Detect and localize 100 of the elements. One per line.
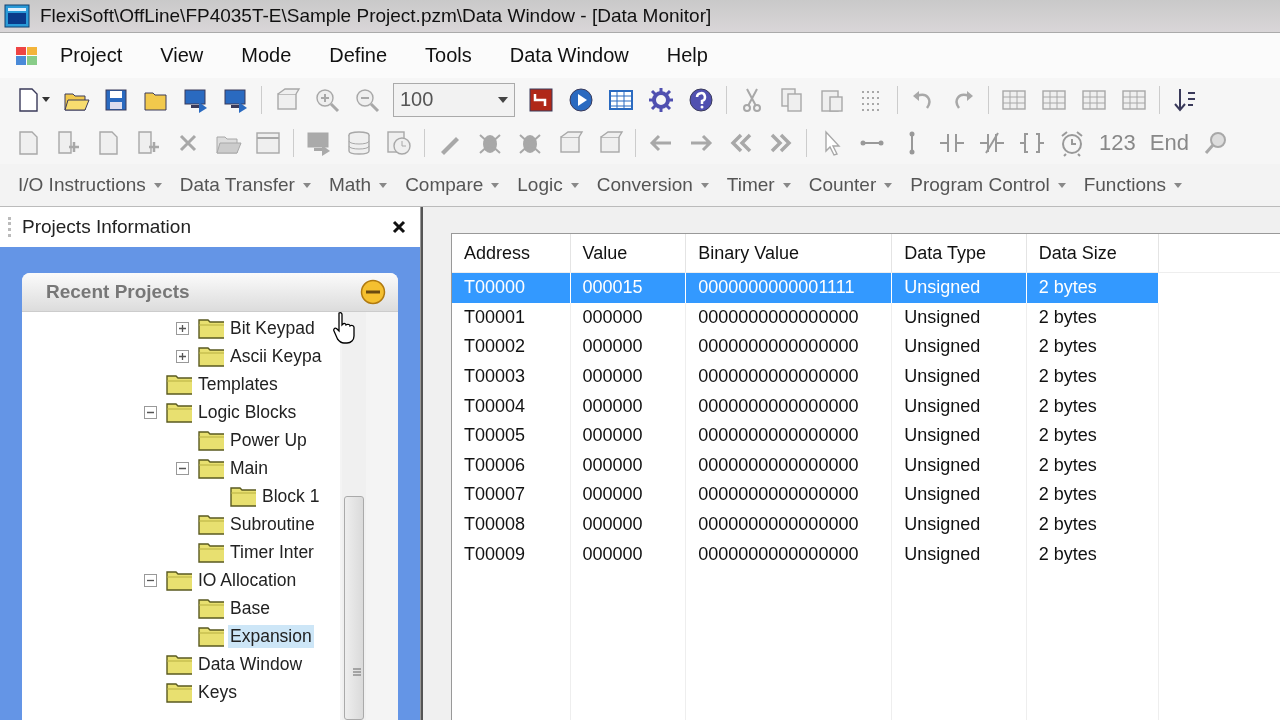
table-cell[interactable]: Unsigned bbox=[891, 391, 1027, 421]
instruction-menu[interactable]: Data Transfer bbox=[171, 174, 321, 196]
table-cell[interactable]: 2 bytes bbox=[1026, 302, 1159, 333]
menu-item[interactable]: Project bbox=[40, 44, 141, 67]
table-cell[interactable]: 2 bytes bbox=[1026, 332, 1159, 362]
table-cell[interactable]: 000000 bbox=[570, 302, 686, 333]
folder-icon bbox=[166, 373, 192, 395]
table-cell[interactable]: T00008 bbox=[452, 509, 570, 540]
menu-item[interactable]: View bbox=[140, 44, 222, 67]
help-icon[interactable] bbox=[687, 85, 715, 114]
tree-item[interactable]: Keys bbox=[196, 680, 239, 704]
column-header[interactable]: Data Size bbox=[1026, 234, 1159, 273]
table-cell[interactable]: 0000000000000000 bbox=[685, 480, 892, 510]
table-cell[interactable]: Unsigned bbox=[891, 420, 1027, 451]
table-cell[interactable]: 0000000000000000 bbox=[685, 509, 892, 540]
table-cell[interactable]: T00009 bbox=[452, 539, 570, 569]
collapse-icon[interactable] bbox=[360, 279, 386, 305]
table-cell[interactable]: Unsigned bbox=[891, 332, 1027, 362]
table-cell[interactable]: 0000000000000000 bbox=[685, 420, 892, 451]
zoom-combo[interactable]: 100 bbox=[393, 82, 515, 117]
table-cell[interactable]: T00003 bbox=[452, 361, 570, 392]
table-cell[interactable]: T00005 bbox=[452, 420, 570, 451]
instruction-menu[interactable]: Conversion bbox=[588, 174, 719, 196]
tree-item[interactable]: Ascii Keypa bbox=[228, 344, 324, 368]
tree-item[interactable]: IO Allocation bbox=[196, 568, 299, 592]
instruction-menu[interactable]: Program Control bbox=[902, 174, 1076, 196]
tree-item[interactable]: Main bbox=[228, 456, 270, 480]
table-cell[interactable]: T00006 bbox=[452, 450, 570, 481]
scrollbar-thumb[interactable] bbox=[344, 496, 364, 720]
folder-icon bbox=[166, 653, 192, 675]
table-cell[interactable]: Unsigned bbox=[891, 509, 1027, 540]
instruction-menu[interactable]: Counter bbox=[800, 174, 903, 196]
table-cell[interactable]: 0000000000000000 bbox=[685, 539, 892, 569]
tree-item[interactable]: Templates bbox=[196, 372, 280, 396]
table-cell[interactable]: Unsigned bbox=[891, 539, 1027, 569]
table-cell[interactable]: T00004 bbox=[452, 391, 570, 421]
instruction-menu[interactable]: I/O Instructions bbox=[10, 174, 172, 196]
tree-item[interactable]: Logic Blocks bbox=[196, 400, 299, 424]
table-cell[interactable]: 000000 bbox=[570, 391, 686, 421]
tree-item[interactable]: Expansion bbox=[228, 624, 314, 648]
table-cell[interactable]: 000000 bbox=[570, 361, 686, 392]
table-cell[interactable]: 2 bytes bbox=[1026, 391, 1159, 421]
table-cell[interactable]: 0000000000000000 bbox=[685, 332, 892, 362]
table-cell[interactable]: 000000 bbox=[570, 332, 686, 362]
folder-icon bbox=[198, 317, 224, 339]
menu-item[interactable]: Mode bbox=[221, 44, 310, 67]
table-cell[interactable]: 0000000000000000 bbox=[685, 302, 892, 333]
column-header[interactable]: Data Type bbox=[891, 234, 1027, 273]
table-cell[interactable]: 0000000000000000 bbox=[685, 450, 892, 481]
table-cell[interactable]: Unsigned bbox=[891, 361, 1027, 392]
table-cell[interactable]: 0000000000000000 bbox=[685, 391, 892, 421]
dropdown-arrow-icon[interactable] bbox=[42, 97, 50, 102]
folder-icon bbox=[166, 401, 192, 423]
menu-item[interactable]: Data Window bbox=[489, 44, 647, 67]
tree-item[interactable]: Power Up bbox=[228, 428, 309, 452]
table-cell[interactable]: 2 bytes bbox=[1026, 509, 1159, 540]
table-cell[interactable]: T00002 bbox=[452, 332, 570, 362]
table-cell[interactable]: T00007 bbox=[452, 480, 570, 510]
column-header[interactable]: Value bbox=[570, 234, 686, 273]
scrollbar[interactable] bbox=[342, 312, 366, 720]
table-cell[interactable]: 000000 bbox=[570, 509, 686, 540]
gear-icon[interactable] bbox=[647, 85, 675, 114]
table-cell[interactable]: Unsigned bbox=[891, 450, 1027, 481]
table-cell[interactable]: 2 bytes bbox=[1026, 450, 1159, 481]
close-icon[interactable] bbox=[392, 220, 406, 234]
instruction-menu[interactable]: Math bbox=[320, 174, 398, 196]
menu-item[interactable]: Help bbox=[646, 44, 726, 67]
table-cell[interactable]: 2 bytes bbox=[1026, 480, 1159, 510]
expand-icon[interactable] bbox=[176, 349, 189, 363]
tree-item[interactable]: Base bbox=[228, 596, 272, 620]
column-header[interactable]: Address bbox=[452, 234, 570, 273]
tree-item[interactable]: Block 1 bbox=[260, 484, 322, 508]
table-cell[interactable]: 000000 bbox=[570, 480, 686, 510]
menu-item[interactable]: Define bbox=[309, 44, 406, 67]
collapse-icon[interactable] bbox=[176, 461, 189, 475]
table-cell[interactable]: Unsigned bbox=[891, 302, 1027, 333]
tree-item[interactable]: Subroutine bbox=[228, 512, 317, 536]
table-cell[interactable]: 000000 bbox=[570, 539, 686, 569]
collapse-icon[interactable] bbox=[144, 573, 157, 587]
folder-icon bbox=[198, 513, 224, 535]
tree-item[interactable]: Bit Keypad bbox=[228, 316, 317, 340]
menu-item[interactable]: Tools bbox=[405, 44, 490, 67]
instruction-menu[interactable]: Functions bbox=[1075, 174, 1193, 196]
column-header[interactable]: Binary Value bbox=[685, 234, 892, 273]
play-icon[interactable] bbox=[567, 85, 595, 114]
tree-item[interactable]: Data Window bbox=[196, 652, 305, 676]
instruction-menu[interactable]: Logic bbox=[509, 174, 589, 196]
instruction-menu[interactable]: Compare bbox=[397, 174, 510, 196]
collapse-icon[interactable] bbox=[144, 405, 157, 419]
table-cell[interactable]: Unsigned bbox=[891, 480, 1027, 510]
tree-item[interactable]: Timer Inter bbox=[228, 540, 316, 564]
table-cell[interactable]: 000000 bbox=[570, 420, 686, 451]
instruction-menu[interactable]: Timer bbox=[718, 174, 801, 196]
table-cell[interactable]: 000000 bbox=[570, 450, 686, 481]
table-cell[interactable]: 0000000000000000 bbox=[685, 361, 892, 392]
expand-icon[interactable] bbox=[176, 321, 189, 335]
table-cell[interactable]: 2 bytes bbox=[1026, 420, 1159, 451]
table-cell[interactable]: T00001 bbox=[452, 302, 570, 333]
table-cell[interactable]: 2 bytes bbox=[1026, 361, 1159, 392]
table-cell[interactable]: 2 bytes bbox=[1026, 539, 1159, 569]
